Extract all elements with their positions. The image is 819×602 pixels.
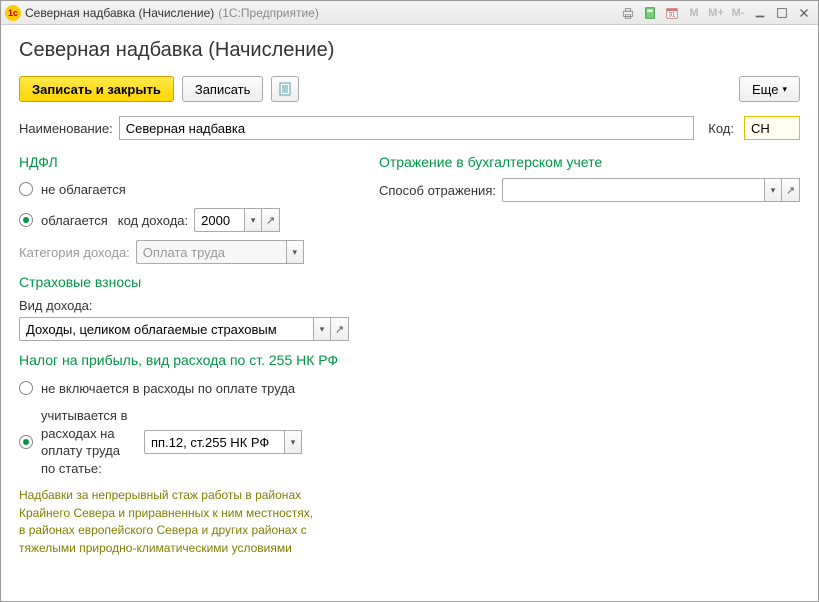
profit-included-radio[interactable] bbox=[19, 435, 33, 449]
minimize-icon[interactable] bbox=[750, 4, 770, 22]
close-icon[interactable] bbox=[794, 4, 814, 22]
name-label: Наименование: bbox=[19, 121, 113, 136]
accounting-method-dropdown-button[interactable]: ▾ bbox=[764, 178, 782, 202]
profit-article-input[interactable] bbox=[144, 430, 284, 454]
name-input[interactable] bbox=[119, 116, 695, 140]
category-dropdown-button: ▾ bbox=[286, 240, 304, 264]
ndfl-taxed-label: облагается bbox=[41, 213, 108, 228]
calculator-icon[interactable] bbox=[640, 4, 660, 22]
income-code-dropdown-button[interactable]: ▾ bbox=[244, 208, 262, 232]
income-code-label: код дохода: bbox=[118, 213, 188, 228]
memory-mplus-icon[interactable]: M+ bbox=[706, 4, 726, 22]
category-label: Категория дохода: bbox=[19, 245, 130, 260]
insurance-kind-open-button[interactable]: ↗ bbox=[331, 317, 349, 341]
profit-article-dropdown-button[interactable]: ▾ bbox=[284, 430, 302, 454]
income-code-open-button[interactable]: ↗ bbox=[262, 208, 280, 232]
titlebar: 1c Северная надбавка (Начисление) (1С:Пр… bbox=[1, 1, 818, 25]
report-button[interactable] bbox=[271, 76, 299, 102]
insurance-kind-input[interactable] bbox=[19, 317, 313, 341]
description-text: Надбавки за непрерывный стаж работы в ра… bbox=[19, 487, 319, 557]
accounting-method-input[interactable] bbox=[502, 178, 764, 202]
save-button[interactable]: Записать bbox=[182, 76, 264, 102]
page-title: Северная надбавка (Начисление) bbox=[19, 39, 800, 62]
svg-text:31: 31 bbox=[669, 11, 676, 18]
ndfl-not-taxed-radio[interactable] bbox=[19, 182, 33, 196]
name-row: Наименование: Код: bbox=[19, 116, 800, 140]
memory-mminus-icon[interactable]: M- bbox=[728, 4, 748, 22]
profit-article-combo: ▾ bbox=[144, 430, 302, 454]
content: Северная надбавка (Начисление) Записать … bbox=[1, 25, 818, 601]
accounting-method-open-button[interactable]: ↗ bbox=[782, 178, 800, 202]
category-input bbox=[136, 240, 286, 264]
income-code-combo: ▾ ↗ bbox=[194, 208, 280, 232]
profit-excluded-radio[interactable] bbox=[19, 381, 33, 395]
ndfl-title: НДФЛ bbox=[19, 154, 349, 170]
code-input[interactable] bbox=[744, 116, 800, 140]
calendar-icon[interactable]: 31 bbox=[662, 4, 682, 22]
window-title: Северная надбавка (Начисление) bbox=[25, 6, 214, 20]
maximize-icon[interactable] bbox=[772, 4, 792, 22]
accounting-method-label: Способ отражения: bbox=[379, 183, 496, 198]
profit-included-label: учитывается в расходах на оплату труда п… bbox=[41, 407, 136, 477]
chevron-down-icon: ▾ bbox=[782, 84, 787, 95]
insurance-kind-combo: ▾ ↗ bbox=[19, 317, 349, 341]
category-combo: ▾ bbox=[136, 240, 304, 264]
more-label: Еще bbox=[752, 82, 778, 97]
insurance-kind-dropdown-button[interactable]: ▾ bbox=[313, 317, 331, 341]
toolbar: Записать и закрыть Записать Еще ▾ bbox=[19, 76, 800, 102]
insurance-kind-label: Вид дохода: bbox=[19, 298, 343, 313]
profit-tax-title: Налог на прибыль, вид расхода по ст. 255… bbox=[19, 351, 349, 369]
accounting-title: Отражение в бухгалтерском учете bbox=[379, 154, 800, 170]
code-label: Код: bbox=[708, 121, 734, 136]
income-code-input[interactable] bbox=[194, 208, 244, 232]
window-subtitle: (1С:Предприятие) bbox=[218, 6, 319, 20]
more-button[interactable]: Еще ▾ bbox=[739, 76, 800, 102]
print-icon[interactable] bbox=[618, 4, 638, 22]
profit-excluded-label: не включается в расходы по оплате труда bbox=[41, 381, 295, 396]
insurance-title: Страховые взносы bbox=[19, 274, 349, 290]
memory-m-icon[interactable]: M bbox=[684, 4, 704, 22]
app-icon: 1c bbox=[5, 5, 21, 21]
ndfl-taxed-radio[interactable] bbox=[19, 213, 33, 227]
save-and-close-button[interactable]: Записать и закрыть bbox=[19, 76, 174, 102]
accounting-method-combo: ▾ ↗ bbox=[502, 178, 800, 202]
ndfl-not-taxed-label: не облагается bbox=[41, 182, 126, 197]
window: 1c Северная надбавка (Начисление) (1С:Пр… bbox=[0, 0, 819, 602]
